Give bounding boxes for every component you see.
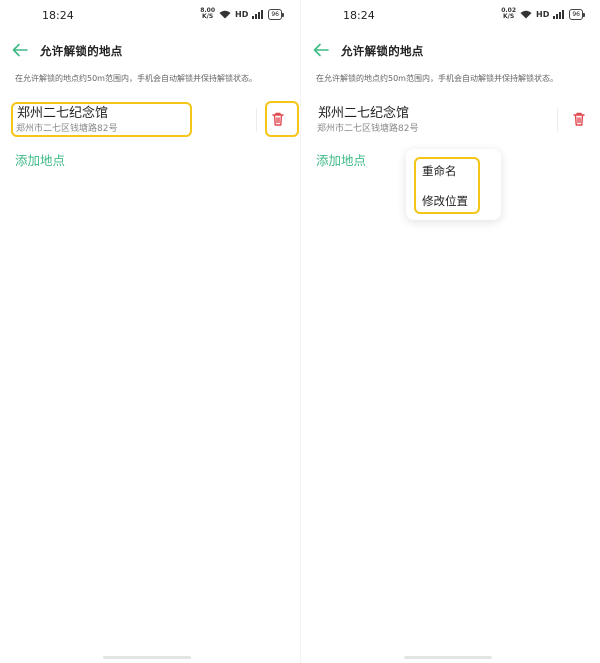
status-time: 18:24 [42,9,74,22]
description-text: 在允许解锁的地点约50m范围内，手机会自动解锁并保持解锁状态。 [15,74,257,83]
location-name: 郑州二七纪念馆 [17,106,109,121]
add-location-button[interactable]: 添加地点 [15,150,65,169]
menu-item-edit-location[interactable]: 修改位置 [422,193,468,209]
gesture-bar [404,656,492,659]
menu-item-rename[interactable]: 重命名 [422,163,457,179]
context-menu: 重命名 修改位置 [406,149,501,220]
location-name: 郑州二七纪念馆 [318,106,410,121]
add-location-button[interactable]: 添加地点 [316,150,366,169]
hd-label: HD [235,9,249,19]
app-header: 允许解锁的地点 [0,38,300,62]
status-icons: 0.02 K/S HD 96 [501,7,585,20]
screen-right: 18:24 0.02 K/S HD 96 允许解锁的地点 在允许解锁的地点约50… [301,0,600,663]
description-text: 在允许解锁的地点约50m范围内，手机会自动解锁并保持解锁状态。 [316,74,558,83]
row-separator [256,108,257,132]
gesture-bar [103,656,191,659]
status-bar: 18:24 0.02 K/S HD 96 [301,0,600,30]
trash-icon[interactable] [268,109,288,129]
location-address: 郑州市二七区钱塘路82号 [16,124,118,134]
location-item[interactable]: 郑州二七纪念馆 郑州市二七区钱塘路82号 [301,100,600,140]
app-header: 允许解锁的地点 [301,38,600,62]
location-item[interactable]: 郑州二七纪念馆 郑州市二七区钱塘路82号 [0,100,300,140]
battery-icon: 96 [569,8,585,20]
wifi-icon [219,10,231,18]
arrow-left-icon[interactable] [10,41,30,59]
page-title: 允许解锁的地点 [341,44,424,58]
trash-icon[interactable] [569,109,589,129]
network-speed: 0.02 K/S [501,7,517,20]
signal-icon [252,9,264,19]
location-address: 郑州市二七区钱塘路82号 [317,124,419,134]
wifi-icon [520,10,532,18]
row-separator [557,108,558,132]
arrow-left-icon[interactable] [311,41,331,59]
battery-icon: 96 [268,8,284,20]
signal-icon [553,9,565,19]
status-bar: 18:24 8.00 K/S HD 96 [0,0,300,30]
status-icons: 8.00 K/S HD 96 [200,7,284,20]
hd-label: HD [536,9,550,19]
status-time: 18:24 [343,9,375,22]
page-title: 允许解锁的地点 [40,44,123,58]
screen-left: 18:24 8.00 K/S HD 96 允许解锁的地点 在允许解锁的地点约50… [0,0,300,663]
network-speed: 8.00 K/S [200,7,216,20]
